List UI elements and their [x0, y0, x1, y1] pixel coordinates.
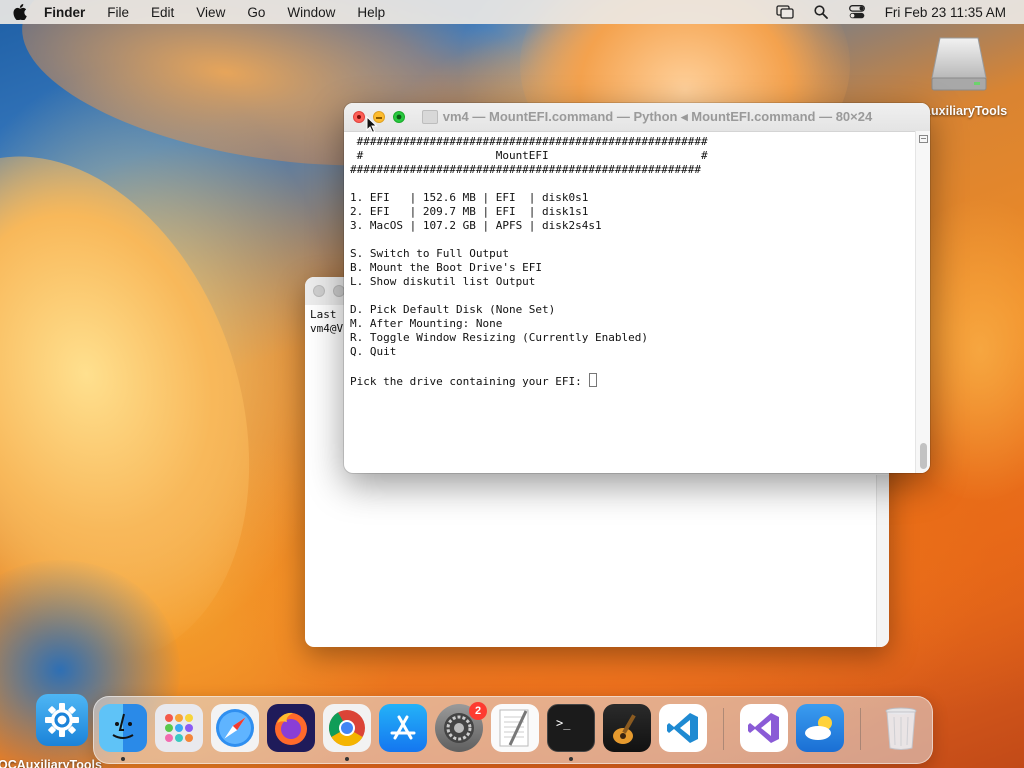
- weather-icon[interactable]: [796, 704, 844, 752]
- menu-file[interactable]: File: [96, 5, 140, 20]
- firefox-icon[interactable]: [267, 704, 315, 752]
- terminal-line: B. Mount the Boot Drive's EFI: [350, 261, 543, 274]
- split-view-icon[interactable]: [919, 135, 928, 143]
- screen-mirroring-icon[interactable]: [769, 5, 801, 19]
- terminal-line: ########################################…: [350, 163, 701, 176]
- terminal-line: S. Switch to Full Output: [350, 247, 509, 260]
- close-button[interactable]: [313, 285, 325, 297]
- close-button[interactable]: [353, 111, 365, 123]
- app-store-icon[interactable]: [379, 704, 427, 752]
- safari-icon[interactable]: [211, 704, 259, 752]
- zoom-button[interactable]: [393, 111, 405, 123]
- oc-auxiliary-tools-icon[interactable]: [36, 694, 88, 746]
- apple-menu-icon[interactable]: [0, 4, 40, 20]
- menu-help[interactable]: Help: [346, 5, 396, 20]
- terminal-line: 3. MacOS | 107.2 GB | APFS | disk2s4s1: [350, 219, 602, 232]
- terminal-running-indicator: [569, 757, 573, 761]
- document-proxy-icon[interactable]: [421, 110, 438, 124]
- terminal-icon[interactable]: >_: [547, 704, 595, 752]
- terminal-scrollbar[interactable]: [915, 131, 930, 473]
- window-title-text: vm4 — MountEFI.command — Python ◂ MountE…: [442, 109, 873, 124]
- textedit-icon[interactable]: [491, 704, 539, 752]
- visual-studio-icon[interactable]: [740, 704, 788, 752]
- menu-bar: Finder File Edit View Go Window Help Fri…: [0, 0, 1024, 24]
- dock-separator: [723, 708, 724, 750]
- spotlight-search-icon[interactable]: [805, 5, 837, 19]
- chrome-running-indicator: [345, 757, 349, 761]
- terminal-prompt: Pick the drive containing your EFI:: [350, 375, 589, 388]
- menu-edit[interactable]: Edit: [140, 5, 185, 20]
- menu-go[interactable]: Go: [236, 5, 276, 20]
- terminal-line: # MountEFI #: [350, 149, 708, 162]
- text-cursor: [589, 373, 598, 387]
- terminal-line: 1. EFI | 152.6 MB | EFI | disk0s1: [350, 191, 589, 204]
- vscode-icon[interactable]: [659, 704, 707, 752]
- terminal-line: ########################################…: [350, 135, 708, 148]
- terminal-line: R. Toggle Window Resizing (Currently Ena…: [350, 331, 649, 344]
- control-center-icon[interactable]: [841, 5, 873, 19]
- terminal-line: Q. Quit: [350, 345, 397, 358]
- external-drive-icon[interactable]: [928, 34, 990, 92]
- drive-label[interactable]: AuxiliaryTools: [922, 104, 1007, 118]
- terminal-line: 2. EFI | 209.7 MB | EFI | disk1s1: [350, 205, 589, 218]
- mouse-pointer-icon: [366, 115, 378, 139]
- terminal-output[interactable]: ########################################…: [344, 132, 930, 389]
- finder-icon[interactable]: [99, 704, 147, 752]
- window-title: vm4 — MountEFI.command — Python ◂ MountE…: [344, 109, 930, 125]
- menu-clock[interactable]: Fri Feb 23 11:35 AM: [885, 5, 1006, 20]
- terminal-prompt-line[interactable]: Pick the drive containing your EFI:: [350, 373, 930, 389]
- oc-auxiliary-tools-label[interactable]: OCAuxiliaryTools: [0, 758, 102, 768]
- trash-icon[interactable]: [877, 704, 925, 752]
- dock-separator: [860, 708, 861, 750]
- menu-view[interactable]: View: [185, 5, 236, 20]
- scroll-thumb[interactable]: [920, 443, 927, 469]
- menu-app-name[interactable]: Finder: [40, 5, 96, 20]
- terminal-window[interactable]: vm4 — MountEFI.command — Python ◂ MountE…: [344, 103, 930, 473]
- finder-running-indicator: [121, 757, 125, 761]
- menu-window[interactable]: Window: [276, 5, 346, 20]
- notification-badge: 2: [469, 702, 487, 720]
- background-scrollbar[interactable]: [876, 475, 889, 647]
- terminal-line: D. Pick Default Disk (None Set): [350, 303, 556, 316]
- chrome-icon[interactable]: [323, 704, 371, 752]
- terminal-titlebar[interactable]: vm4 — MountEFI.command — Python ◂ MountE…: [344, 103, 930, 132]
- launchpad-icon[interactable]: [155, 704, 203, 752]
- svg-text:>_: >_: [556, 716, 571, 730]
- garageband-icon[interactable]: [603, 704, 651, 752]
- terminal-line: M. After Mounting: None: [350, 317, 503, 330]
- terminal-line: L. Show diskutil list Output: [350, 275, 536, 288]
